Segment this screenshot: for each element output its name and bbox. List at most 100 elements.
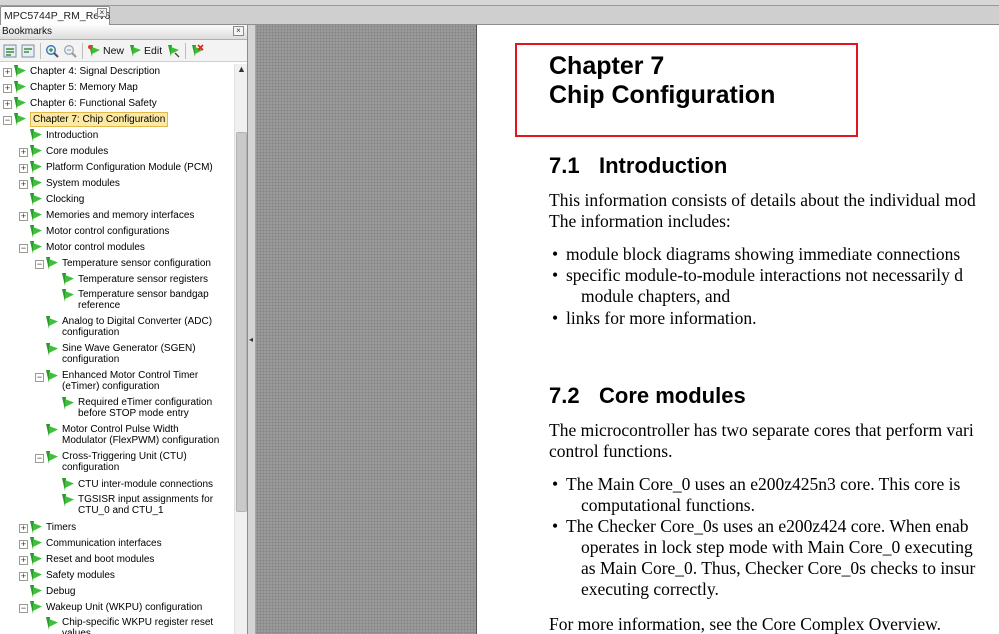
bookmark-icon bbox=[14, 65, 26, 78]
panel-splitter[interactable]: ◂ bbox=[248, 25, 256, 634]
bookmark-icon bbox=[30, 129, 42, 142]
collapse-all-icon bbox=[21, 44, 35, 57]
bullet-item: • The Checker Core_0s uses an e200z424 co… bbox=[552, 516, 969, 537]
bookmark-item[interactable]: + Reset and boot modules bbox=[0, 552, 234, 568]
bookmark-item[interactable]: Motor Control Pulse Width Modulator (Fle… bbox=[0, 423, 234, 450]
expand-toggle-icon[interactable]: + bbox=[19, 556, 28, 565]
bookmark-icon bbox=[14, 81, 26, 94]
bookmark-item[interactable]: − Enhanced Motor Control Timer (eTimer) c… bbox=[0, 369, 234, 396]
collapse-panel-icon[interactable]: ◂ bbox=[249, 335, 253, 344]
bookmark-item[interactable]: + Chapter 5: Memory Map bbox=[0, 80, 234, 96]
bookmarks-toolbar: New Edit bbox=[0, 40, 247, 62]
expand-toggle-icon[interactable]: + bbox=[19, 212, 28, 221]
collapse-toggle-icon[interactable]: − bbox=[35, 373, 44, 382]
bookmark-icon bbox=[30, 161, 42, 174]
bookmark-item[interactable]: + Chapter 6: Functional Safety bbox=[0, 96, 234, 112]
bookmarks-panel: Bookmarks × New Edit + Chapter 4: Signal… bbox=[0, 25, 248, 634]
bookmark-properties-button[interactable] bbox=[166, 42, 180, 60]
bookmark-item[interactable]: − Cross-Triggering Unit (CTU) configurati… bbox=[0, 450, 234, 477]
zoom-in-button[interactable] bbox=[45, 42, 59, 60]
edit-bookmark-button[interactable]: Edit bbox=[128, 42, 162, 60]
bullet-icon: • bbox=[552, 244, 559, 264]
expand-toggle-icon[interactable]: + bbox=[19, 180, 28, 189]
bookmark-icon bbox=[62, 397, 74, 410]
collapse-toggle-icon[interactable]: − bbox=[19, 604, 28, 613]
bookmark-item[interactable]: Debug bbox=[0, 584, 234, 600]
expand-toggle-icon[interactable]: + bbox=[3, 100, 12, 109]
bullet-item: • links for more information. bbox=[552, 308, 757, 329]
bookmark-icon bbox=[30, 193, 42, 206]
expand-toggle-icon[interactable]: + bbox=[19, 148, 28, 157]
bookmark-item[interactable]: TGSISR input assignments for CTU_0 and C… bbox=[0, 493, 234, 520]
bookmark-label: Clocking bbox=[46, 194, 85, 205]
bookmark-item[interactable]: + Core modules bbox=[0, 144, 234, 160]
paragraph-line: The microcontroller has two separate cor… bbox=[549, 420, 974, 440]
expand-all-icon bbox=[3, 44, 17, 57]
bullet-text-continuation: operates in lock step mode with Main Cor… bbox=[581, 537, 973, 557]
bullet-icon: • bbox=[552, 516, 559, 536]
bookmark-label: Analog to Digital Converter (ADC) config… bbox=[62, 316, 213, 338]
document-tab[interactable]: MPC5744P_RM_Rev6 × bbox=[0, 6, 110, 25]
expand-toggle-icon[interactable]: + bbox=[19, 164, 28, 173]
bookmark-item[interactable]: Clocking bbox=[0, 192, 234, 208]
edit-bookmark-label: Edit bbox=[144, 44, 163, 57]
collapse-toggle-icon[interactable]: − bbox=[35, 454, 44, 463]
bookmark-label: TGSISR input assignments for CTU_0 and C… bbox=[78, 494, 214, 516]
bookmark-item[interactable]: CTU inter-module connections bbox=[0, 477, 234, 493]
expand-toggle-icon[interactable]: + bbox=[3, 84, 12, 93]
bookmark-item[interactable]: Chip-specific WKPU register reset values bbox=[0, 616, 234, 634]
section-title: Introduction bbox=[599, 153, 728, 178]
bookmark-item[interactable]: + Timers bbox=[0, 520, 234, 536]
bookmark-item[interactable]: − Motor control modules bbox=[0, 240, 234, 256]
section-number: 7.2 bbox=[549, 383, 580, 408]
bookmark-label: Chapter 7: Chip Configuration bbox=[30, 112, 169, 127]
bookmark-icon bbox=[30, 537, 42, 550]
expand-all-button[interactable] bbox=[3, 42, 17, 60]
bookmark-item[interactable]: − Chapter 7: Chip Configuration bbox=[0, 112, 234, 128]
bookmark-item[interactable]: Required eTimer configuration before STO… bbox=[0, 396, 234, 423]
bookmark-item[interactable]: + Platform Configuration Module (PCM) bbox=[0, 160, 234, 176]
collapse-all-button[interactable] bbox=[21, 42, 35, 60]
bookmark-item[interactable]: − Wakeup Unit (WKPU) configuration bbox=[0, 600, 234, 616]
bullet-item: • specific module-to-module interactions … bbox=[552, 265, 963, 286]
expand-toggle-icon[interactable]: + bbox=[3, 68, 12, 77]
expand-toggle-icon[interactable]: + bbox=[19, 524, 28, 533]
expand-toggle-icon[interactable]: + bbox=[19, 540, 28, 549]
collapse-toggle-icon[interactable]: − bbox=[19, 244, 28, 253]
bookmarks-panel-header: Bookmarks × bbox=[0, 25, 247, 40]
bookmark-properties-icon bbox=[168, 44, 180, 57]
bullet-text-continuation: module chapters, and bbox=[581, 286, 731, 306]
bookmark-icon bbox=[30, 241, 42, 254]
scroll-up-icon[interactable]: ▲ bbox=[236, 64, 247, 77]
bookmark-item[interactable]: Temperature sensor bandgap reference bbox=[0, 288, 234, 315]
bookmark-item[interactable]: + Safety modules bbox=[0, 568, 234, 584]
bookmark-item[interactable]: − Temperature sensor configuration bbox=[0, 256, 234, 272]
bookmark-label: Debug bbox=[46, 586, 76, 597]
delete-bookmark-button[interactable] bbox=[190, 42, 204, 60]
bookmark-item[interactable]: Analog to Digital Converter (ADC) config… bbox=[0, 315, 234, 342]
bullet-text: The Checker Core_0s uses an e200z424 cor… bbox=[566, 516, 969, 536]
bookmark-item[interactable]: Temperature sensor registers bbox=[0, 272, 234, 288]
paragraph-line: The information includes: bbox=[549, 211, 731, 231]
bullet-item: • The Main Core_0 uses an e200z425n3 core… bbox=[552, 474, 960, 495]
expand-toggle-icon[interactable]: + bbox=[19, 572, 28, 581]
scrollbar-thumb[interactable] bbox=[236, 132, 247, 512]
zoom-out-button[interactable] bbox=[63, 42, 77, 60]
bookmarks-scrollbar[interactable]: ▲ bbox=[234, 64, 247, 634]
tab-close-icon[interactable]: × bbox=[97, 8, 107, 17]
bookmarks-panel-title: Bookmarks bbox=[2, 26, 53, 37]
bookmark-item[interactable]: Motor control configurations bbox=[0, 224, 234, 240]
bookmark-item[interactable]: Sine Wave Generator (SGEN) configuration bbox=[0, 342, 234, 369]
bookmark-label: Motor control modules bbox=[46, 242, 145, 253]
bookmark-label: Timers bbox=[46, 522, 77, 533]
bookmark-item[interactable]: Introduction bbox=[0, 128, 234, 144]
collapse-toggle-icon[interactable]: − bbox=[3, 116, 12, 125]
bookmark-item[interactable]: + Memories and memory interfaces bbox=[0, 208, 234, 224]
bookmark-item[interactable]: + Communication interfaces bbox=[0, 536, 234, 552]
bookmark-icon bbox=[30, 145, 42, 158]
collapse-toggle-icon[interactable]: − bbox=[35, 260, 44, 269]
bookmark-item[interactable]: + System modules bbox=[0, 176, 234, 192]
panel-close-icon[interactable]: × bbox=[233, 26, 244, 36]
bookmark-item[interactable]: + Chapter 4: Signal Description bbox=[0, 64, 234, 80]
new-bookmark-button[interactable]: New bbox=[87, 42, 124, 60]
